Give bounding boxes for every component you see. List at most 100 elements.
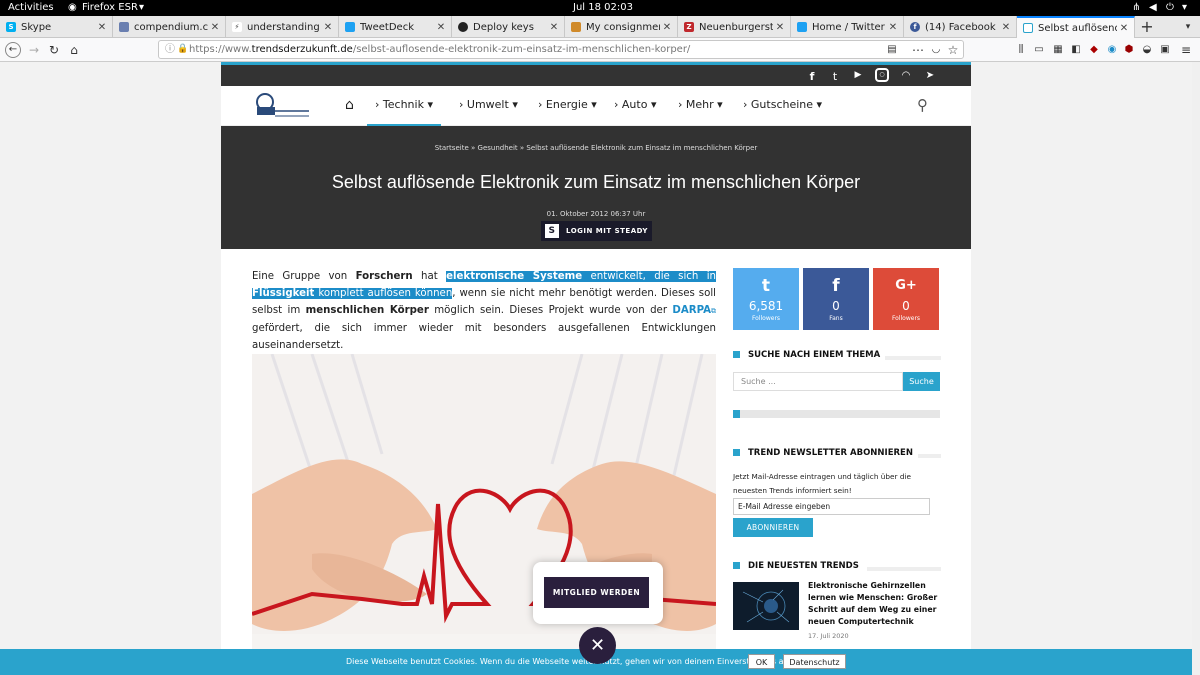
breadcrumb-home[interactable]: Startseite [435, 144, 469, 152]
youtube-icon[interactable]: ▶ [851, 70, 865, 80]
googleplus-label: Followers [891, 315, 921, 322]
empty-widget-bar [733, 410, 940, 418]
googleplus-follow-box[interactable]: G+ 0 Followers [873, 268, 939, 330]
close-icon[interactable]: ✕ [1117, 23, 1131, 34]
tab-active-article[interactable]: Selbst auflösende ✕ [1017, 16, 1135, 38]
caret-down-icon: ▾ [512, 98, 518, 111]
close-icon[interactable]: ✕ [660, 22, 674, 33]
tab-list-chevron-icon[interactable]: ▾ [1180, 16, 1196, 38]
twitter-icon [797, 22, 807, 32]
close-icon[interactable]: ✕ [773, 22, 787, 33]
tab-understanding[interactable]: ⚡ understanding - na ✕ [226, 16, 339, 38]
trend-thumbnail[interactable] [733, 582, 799, 630]
trend-title-link[interactable]: Elektronische Gehirnzellen lernen wie Me… [808, 580, 941, 628]
pocket-icon[interactable]: ◡ [928, 42, 944, 58]
info-icon[interactable]: ⓘ [165, 41, 175, 58]
close-icon[interactable]: ✕ [434, 22, 448, 33]
close-icon[interactable]: ✕ [999, 22, 1013, 33]
tab-label: My consignments [586, 21, 660, 33]
extension-grid-icon[interactable]: ▣ [1157, 42, 1173, 58]
close-icon[interactable]: ✕ [208, 22, 222, 33]
darpa-link[interactable]: DARPA [672, 305, 711, 316]
firefox-icon: ◉ [68, 2, 77, 13]
nav-gutscheine[interactable]: › Gutscheine ▾ [743, 86, 822, 126]
tab-label: Neuenburgerstra [699, 21, 773, 33]
twitter-icon[interactable]: t [828, 70, 842, 83]
twitter-follow-box[interactable]: t 6,581 Followers [733, 268, 799, 330]
nav-mehr[interactable]: › Mehr ▾ [678, 86, 723, 126]
close-icon[interactable]: ✕ [95, 22, 109, 33]
tab-facebook[interactable]: f (14) Facebook ✕ [904, 16, 1017, 38]
close-icon[interactable]: ✕ [579, 627, 616, 664]
close-icon[interactable]: ✕ [321, 22, 335, 33]
tab-twitter[interactable]: Home / Twitter ✕ [791, 16, 904, 38]
facebook-icon[interactable]: f [805, 70, 819, 83]
facebook-follow-box[interactable]: f 0 Fans [803, 268, 869, 330]
home-icon[interactable]: ⌂ [345, 86, 354, 126]
container-icon[interactable]: ▦ [1050, 42, 1066, 58]
reader-view-icon[interactable]: ▤ [884, 42, 900, 58]
close-icon[interactable]: ✕ [547, 22, 561, 33]
search-icon[interactable]: ⚲ [917, 86, 928, 126]
extension-icon[interactable]: ◉ [1104, 42, 1120, 58]
telegram-icon[interactable]: ➤ [923, 70, 937, 81]
cookie-ok-button[interactable]: OK [748, 654, 775, 669]
tab-deploy-keys[interactable]: Deploy keys ✕ [452, 16, 565, 38]
chevron-down-icon[interactable]: ▾ [1182, 2, 1187, 13]
menu-hamburger-icon[interactable]: ≡ [1178, 42, 1194, 58]
volume-icon[interactable]: ◀ [1149, 2, 1157, 13]
tab-compendium[interactable]: compendium.ch ✕ [113, 16, 226, 38]
chevron-right-icon: › [614, 98, 619, 111]
breadcrumb-category[interactable]: Gesundheit [478, 144, 518, 152]
tab-neuenburger[interactable]: Z Neuenburgerstra ✕ [678, 16, 791, 38]
tab-label: TweetDeck [360, 21, 414, 33]
search-button[interactable]: Suche [903, 372, 940, 391]
back-arrow-icon[interactable]: ← [5, 42, 21, 58]
nav-energie[interactable]: › Energie ▾ [538, 86, 597, 126]
bookmark-star-icon[interactable]: ☆ [945, 42, 961, 58]
tab-consignments[interactable]: My consignments ✕ [565, 16, 678, 38]
page-actions-icon[interactable]: ⋯ [910, 42, 926, 58]
new-tab-button[interactable]: + [1137, 16, 1157, 38]
library-icon[interactable]: ⫼ [1013, 42, 1029, 58]
power-icon[interactable]: ⏻ [1166, 2, 1174, 13]
adblock-icon[interactable]: ⬢ [1121, 42, 1137, 58]
caret-down-icon: ▾ [717, 98, 723, 111]
tab-label: Home / Twitter [812, 21, 885, 33]
app-menu[interactable]: Firefox ESR [82, 2, 138, 13]
reader-icon[interactable]: ◧ [1068, 42, 1084, 58]
article-bold-koerper: menschlichen Körper [305, 305, 429, 316]
site-logo[interactable] [251, 91, 311, 119]
newsletter-text: Jetzt Mail-Adresse eintragen und täglich… [733, 472, 911, 495]
breadcrumb: Startseite » Gesundheit » Selbst auflöse… [221, 144, 971, 152]
article-hero: Startseite » Gesundheit » Selbst auflöse… [221, 126, 971, 249]
nav-umwelt[interactable]: › Umwelt ▾ [459, 86, 518, 126]
tab-skype[interactable]: S Skype ✕ [0, 16, 113, 38]
system-clock[interactable]: Jul 18 02:03 [573, 2, 633, 13]
close-icon[interactable]: ✕ [886, 22, 900, 33]
trends-widget-title: DIE NEUESTEN TRENDS [733, 561, 941, 575]
subscribe-button[interactable]: ABONNIEREN [733, 518, 813, 537]
ublock-icon[interactable]: ◆ [1086, 42, 1102, 58]
sidebar-icon[interactable]: ▭ [1031, 42, 1047, 58]
page-scrollbar[interactable] [1192, 62, 1200, 675]
privacy-button[interactable]: Datenschutz [783, 654, 846, 669]
title-divider [885, 356, 941, 360]
rss-icon[interactable]: ◠ [899, 70, 913, 81]
email-field[interactable]: E-Mail Adresse eingeben [733, 498, 930, 515]
nav-technik[interactable]: › Technik ▾ [367, 86, 441, 126]
network-icon[interactable]: ⋔ [1132, 2, 1140, 13]
activities-button[interactable]: Activities [8, 2, 54, 13]
home-icon[interactable]: ⌂ [66, 42, 82, 58]
reload-icon[interactable]: ↻ [46, 42, 62, 58]
extension-bell-icon[interactable]: ◒ [1139, 42, 1155, 58]
become-member-button[interactable]: MITGLIED WERDEN [544, 577, 649, 608]
search-input[interactable]: Suche ... [733, 372, 903, 391]
forward-arrow-icon[interactable]: → [26, 42, 42, 58]
chevron-right-icon: › [459, 98, 464, 111]
steady-login-button[interactable]: S LOGIN MIT STEADY [541, 221, 652, 241]
nav-auto[interactable]: › Auto ▾ [614, 86, 656, 126]
tab-tweetdeck[interactable]: TweetDeck ✕ [339, 16, 452, 38]
url-bar[interactable]: ⓘ 🔒 https://www.trendsderzukunft.de/selb… [158, 40, 964, 59]
instagram-icon[interactable]: ○ [875, 68, 889, 82]
